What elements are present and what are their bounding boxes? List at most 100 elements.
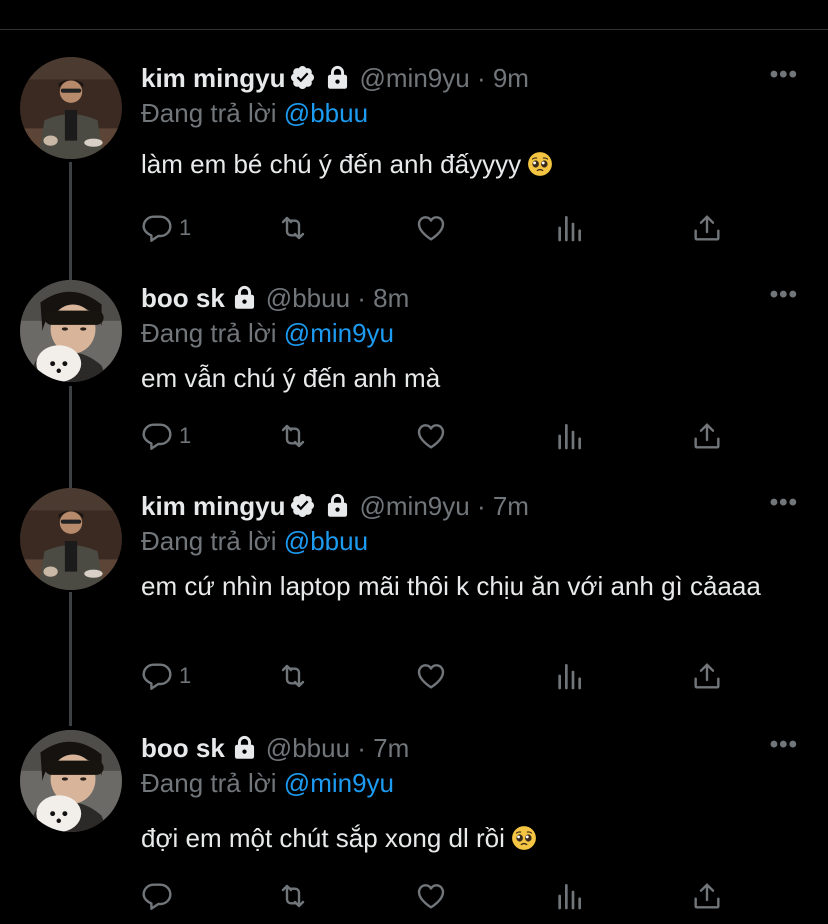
avatar[interactable] bbox=[20, 488, 122, 590]
retweet-button[interactable] bbox=[277, 418, 309, 454]
analytics-icon bbox=[553, 660, 585, 692]
reply-prefix: Đang trả lời bbox=[141, 318, 277, 348]
top-divider bbox=[0, 29, 828, 30]
reply-count: 1 bbox=[179, 215, 192, 240]
more-options-icon[interactable]: ••• bbox=[770, 730, 798, 760]
user-handle[interactable]: @min9yu bbox=[359, 63, 469, 93]
share-icon bbox=[691, 212, 723, 244]
reply-prefix: Đang trả lời bbox=[141, 98, 277, 128]
verified-badge-icon bbox=[289, 492, 316, 528]
timestamp[interactable]: 7m bbox=[373, 733, 409, 763]
tweet-header: boo sk @bbuu · 7m ••• bbox=[141, 730, 808, 766]
retweet-icon bbox=[277, 420, 309, 452]
like-button[interactable] bbox=[415, 418, 447, 454]
display-name[interactable]: boo sk bbox=[141, 283, 225, 313]
reply-mention-link[interactable]: @bbuu bbox=[284, 98, 368, 128]
analytics-icon bbox=[553, 212, 585, 244]
thread-line bbox=[69, 592, 72, 726]
retweet-button[interactable] bbox=[277, 878, 309, 914]
tweet-text-container: đợi em một chút sắp xong dl rồi bbox=[141, 818, 808, 862]
action-bar: 1 bbox=[141, 658, 741, 694]
lock-icon bbox=[324, 64, 351, 100]
thread-line bbox=[69, 162, 72, 282]
timestamp[interactable]: 9m bbox=[493, 63, 529, 93]
heart-icon bbox=[415, 660, 447, 692]
reply-context: Đang trả lời @min9yu bbox=[141, 766, 808, 800]
share-icon bbox=[691, 420, 723, 452]
reply-icon bbox=[141, 880, 173, 912]
avatar[interactable] bbox=[20, 730, 122, 832]
reply-context: Đang trả lời @bbuu bbox=[141, 96, 808, 130]
analytics-button[interactable] bbox=[553, 658, 585, 694]
timestamp[interactable]: 7m bbox=[493, 491, 529, 521]
more-options-icon[interactable]: ••• bbox=[770, 488, 798, 518]
like-button[interactable] bbox=[415, 658, 447, 694]
reply-mention-link[interactable]: @bbuu bbox=[284, 526, 368, 556]
display-name[interactable]: boo sk bbox=[141, 733, 225, 763]
share-icon bbox=[691, 660, 723, 692]
action-bar: 1 bbox=[141, 210, 741, 246]
analytics-icon bbox=[553, 420, 585, 452]
heart-icon bbox=[415, 420, 447, 452]
reply-prefix: Đang trả lời bbox=[141, 526, 277, 556]
reply-button[interactable]: 1 bbox=[141, 210, 191, 246]
reply-count: 1 bbox=[179, 423, 192, 448]
like-button[interactable] bbox=[415, 210, 447, 246]
verified-badge-icon bbox=[289, 64, 316, 100]
user-handle[interactable]: @bbuu bbox=[266, 733, 350, 763]
retweet-button[interactable] bbox=[277, 658, 309, 694]
retweet-button[interactable] bbox=[277, 210, 309, 246]
tweet-header: kim mingyu @min9yu · 9m ••• bbox=[141, 60, 808, 96]
share-button[interactable] bbox=[691, 210, 723, 246]
analytics-button[interactable] bbox=[553, 878, 585, 914]
separator-dot: · bbox=[476, 491, 486, 521]
tweet-text: em vẫn chú ý đến anh mà bbox=[141, 363, 441, 393]
user-handle[interactable]: @bbuu bbox=[266, 283, 350, 313]
tweet-text-container: làm em bé chú ý đến anh đấyyyy bbox=[141, 144, 808, 188]
like-button[interactable] bbox=[415, 878, 447, 914]
reply-mention-link[interactable]: @min9yu bbox=[284, 768, 394, 798]
share-button[interactable] bbox=[691, 658, 723, 694]
lock-icon bbox=[231, 284, 258, 320]
timestamp[interactable]: 8m bbox=[373, 283, 409, 313]
more-options-icon[interactable]: ••• bbox=[770, 280, 798, 310]
reply-context: Đang trả lời @min9yu bbox=[141, 316, 808, 350]
avatar[interactable] bbox=[20, 57, 122, 159]
pleading-face-icon bbox=[527, 148, 553, 188]
share-button[interactable] bbox=[691, 418, 723, 454]
share-icon bbox=[691, 880, 723, 912]
user-handle[interactable]: @min9yu bbox=[359, 491, 469, 521]
reply-button[interactable] bbox=[141, 878, 179, 914]
display-name[interactable]: kim mingyu bbox=[141, 491, 285, 521]
tweet-header: boo sk @bbuu · 8m ••• bbox=[141, 280, 808, 316]
share-button[interactable] bbox=[691, 878, 723, 914]
retweet-icon bbox=[277, 212, 309, 244]
reply-button[interactable]: 1 bbox=[141, 418, 191, 454]
separator-dot: · bbox=[357, 283, 366, 313]
thread-line bbox=[69, 386, 72, 488]
action-bar: 1 bbox=[141, 418, 741, 454]
more-options-icon[interactable]: ••• bbox=[770, 60, 798, 90]
reply-mention-link[interactable]: @min9yu bbox=[284, 318, 394, 348]
reply-button[interactable]: 1 bbox=[141, 658, 191, 694]
tweet-header: kim mingyu @min9yu · 7m ••• bbox=[141, 488, 808, 524]
lock-icon bbox=[231, 734, 258, 770]
retweet-icon bbox=[277, 660, 309, 692]
heart-icon bbox=[415, 212, 447, 244]
separator-dot: · bbox=[357, 733, 366, 763]
reply-icon bbox=[141, 660, 173, 692]
reply-prefix: Đang trả lời bbox=[141, 768, 277, 798]
avatar[interactable] bbox=[20, 280, 122, 382]
analytics-button[interactable] bbox=[553, 210, 585, 246]
separator-dot: · bbox=[476, 63, 486, 93]
lock-icon bbox=[324, 492, 351, 528]
display-name[interactable]: kim mingyu bbox=[141, 63, 285, 93]
tweet-text-container: em vẫn chú ý đến anh mà bbox=[141, 358, 808, 398]
reply-icon bbox=[141, 212, 173, 244]
reply-count: 1 bbox=[179, 663, 192, 688]
tweet-text: đợi em một chút sắp xong dl rồi bbox=[141, 823, 505, 853]
action-bar bbox=[141, 878, 741, 914]
retweet-icon bbox=[277, 880, 309, 912]
analytics-button[interactable] bbox=[553, 418, 585, 454]
tweet-text: em cứ nhìn laptop mãi thôi k chịu ăn với… bbox=[141, 571, 761, 601]
